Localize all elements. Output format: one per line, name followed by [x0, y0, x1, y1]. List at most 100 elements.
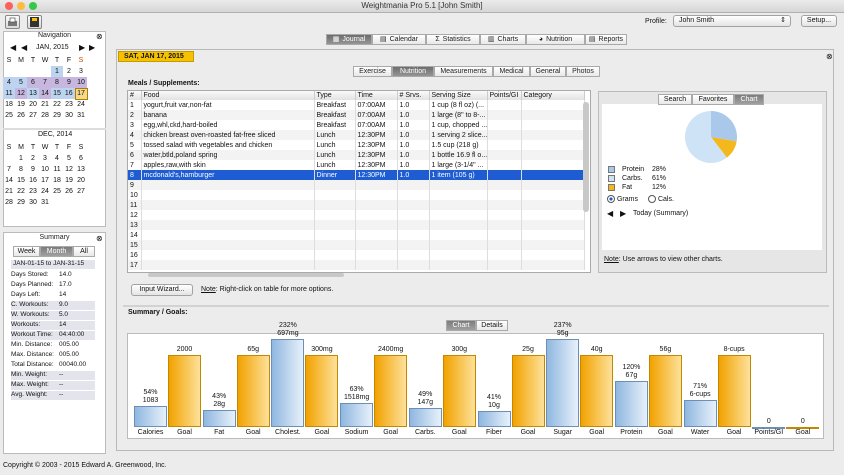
calendar-day[interactable]: 11: [51, 164, 63, 175]
print-button[interactable]: [5, 15, 20, 29]
calendar-day[interactable]: 7: [3, 164, 15, 175]
calendar-day[interactable]: 25: [51, 186, 63, 197]
calendar-day[interactable]: 14: [3, 175, 15, 186]
prev-month-icon[interactable]: ◀: [10, 43, 16, 52]
sub-tab-medical[interactable]: Medical: [493, 66, 530, 77]
close-icon[interactable]: ⊗: [96, 234, 103, 243]
sub-tab-nutrition[interactable]: Nutrition: [392, 66, 434, 77]
calendar-day[interactable]: 24: [39, 186, 51, 197]
table-row[interactable]: 6 water,btld,poland spring Lunch 12:30PM 1.0…: [128, 150, 585, 160]
calendar-day[interactable]: 11: [3, 88, 15, 99]
calendar-day[interactable]: 29: [51, 110, 63, 121]
table-row[interactable]: 1 yogurt,fruit var,non-fat Breakfast 07:00A…: [128, 100, 585, 110]
table-row[interactable]: 2 banana Breakfast 07:00AM 1.0 1 large (8" to…: [128, 110, 585, 120]
tab-favorites[interactable]: Favorites: [692, 94, 734, 105]
tab-goals-chart[interactable]: Chart: [446, 320, 476, 331]
main-tab-reports[interactable]: ▤ Reports: [585, 34, 627, 45]
calendar-day[interactable]: 4: [51, 153, 63, 164]
main-tab-charts[interactable]: ▥ Charts: [480, 34, 526, 45]
calendar-day[interactable]: 12: [15, 88, 27, 99]
calendar-day[interactable]: 8: [15, 164, 27, 175]
tab-all[interactable]: All: [73, 246, 95, 257]
calendar-day[interactable]: 16: [27, 175, 39, 186]
calendar-day[interactable]: 30: [63, 110, 75, 121]
calendar-day[interactable]: 29: [15, 197, 27, 208]
calendar-day[interactable]: 23: [27, 186, 39, 197]
calendar-day[interactable]: 5: [15, 77, 27, 88]
calendar-day[interactable]: 21: [3, 186, 15, 197]
sub-tab-exercise[interactable]: Exercise: [353, 66, 392, 77]
main-tab-journal[interactable]: ▦ Journal: [326, 34, 372, 45]
calendar-day[interactable]: 19: [15, 99, 27, 110]
calendar-day[interactable]: 6: [75, 153, 87, 164]
next-chart-icon[interactable]: ▶: [620, 209, 626, 218]
tab-month[interactable]: Month: [40, 246, 73, 257]
tab-chart[interactable]: Chart: [734, 94, 764, 105]
calendar-day[interactable]: 12: [63, 164, 75, 175]
save-button[interactable]: [27, 15, 42, 29]
calendar-day[interactable]: 13: [75, 164, 87, 175]
calendar-day[interactable]: 2: [27, 153, 39, 164]
calendar-day[interactable]: 22: [15, 186, 27, 197]
calendar-day[interactable]: 31: [39, 197, 51, 208]
calendar-day[interactable]: 28: [39, 110, 51, 121]
table-row[interactable]: 12: [128, 210, 585, 220]
calendar-day[interactable]: 9: [27, 164, 39, 175]
column-header[interactable]: Category: [521, 91, 585, 100]
tab-goals-details[interactable]: Details: [476, 320, 508, 331]
table-row[interactable]: 14: [128, 230, 585, 240]
calendar-day[interactable]: 23: [63, 99, 75, 110]
column-header[interactable]: Points/GI: [487, 91, 522, 100]
calendar-day[interactable]: 1: [51, 66, 63, 77]
column-header[interactable]: Serving Size: [429, 91, 488, 100]
calendar-jan[interactable]: S M T W T F S 1 2 3 4 5 6 7 8 9 10 11 12 13 14 15 16 17 18 19 20 21…: [3, 55, 88, 121]
main-tab-nutrition[interactable]: ◕ Nutrition: [526, 34, 585, 45]
calendar-day[interactable]: 13: [27, 88, 39, 99]
calendar-day[interactable]: 27: [75, 186, 87, 197]
table-row[interactable]: 9: [128, 180, 585, 190]
table-row[interactable]: 17: [128, 260, 585, 270]
calendar-day[interactable]: 27: [27, 110, 39, 121]
calendar-day[interactable]: 30: [27, 197, 39, 208]
calendar-day[interactable]: 2: [63, 66, 75, 77]
table-row[interactable]: 10: [128, 190, 585, 200]
column-header[interactable]: #: [128, 91, 142, 100]
prev-chart-icon[interactable]: ◀: [607, 209, 613, 218]
calendar-day[interactable]: 4: [3, 77, 15, 88]
calendar-day[interactable]: 31: [75, 110, 87, 121]
prev-month-icon-2[interactable]: ◀: [21, 43, 27, 52]
calendar-day[interactable]: 8: [51, 77, 63, 88]
table-row[interactable]: 16: [128, 250, 585, 260]
calendar-day[interactable]: 20: [75, 175, 87, 186]
sub-tab-measurements[interactable]: Measurements: [434, 66, 493, 77]
setup-button[interactable]: Setup...: [801, 15, 837, 27]
calendar-day[interactable]: 10: [39, 164, 51, 175]
main-tab-calendar[interactable]: ▤ Calendar: [372, 34, 426, 45]
calendar-day[interactable]: 7: [39, 77, 51, 88]
calendar-day[interactable]: 21: [39, 99, 51, 110]
profile-select[interactable]: John Smith ⇕: [673, 15, 791, 27]
calendar-day[interactable]: 26: [63, 186, 75, 197]
close-icon[interactable]: ⊗: [826, 52, 833, 61]
calendar-day[interactable]: 17: [39, 175, 51, 186]
calendar-day[interactable]: 1: [15, 153, 27, 164]
calendar-day[interactable]: 15: [15, 175, 27, 186]
tab-search[interactable]: Search: [658, 94, 692, 105]
cals-radio[interactable]: Cals.: [648, 195, 674, 203]
calendar-day[interactable]: 10: [75, 77, 87, 88]
table-row[interactable]: 8 mcdonald's,hamburger Dinner 12:30PM 1.0 1 i…: [128, 170, 585, 180]
column-header[interactable]: # Srvs.: [397, 91, 430, 100]
calendar-day[interactable]: 16: [63, 88, 75, 99]
column-header[interactable]: Type: [314, 91, 356, 100]
calendar-day[interactable]: 14: [39, 88, 51, 99]
sub-tab-general[interactable]: General: [530, 66, 566, 77]
calendar-day[interactable]: 15: [51, 88, 63, 99]
grams-radio[interactable]: Grams: [607, 195, 638, 203]
calendar-day[interactable]: 19: [63, 175, 75, 186]
calendar-day[interactable]: 18: [3, 99, 15, 110]
calendar-day[interactable]: 6: [27, 77, 39, 88]
tab-week[interactable]: Week: [13, 246, 40, 257]
calendar-day[interactable]: 5: [63, 153, 75, 164]
calendar-day[interactable]: 28: [3, 197, 15, 208]
calendar-day[interactable]: 3: [39, 153, 51, 164]
